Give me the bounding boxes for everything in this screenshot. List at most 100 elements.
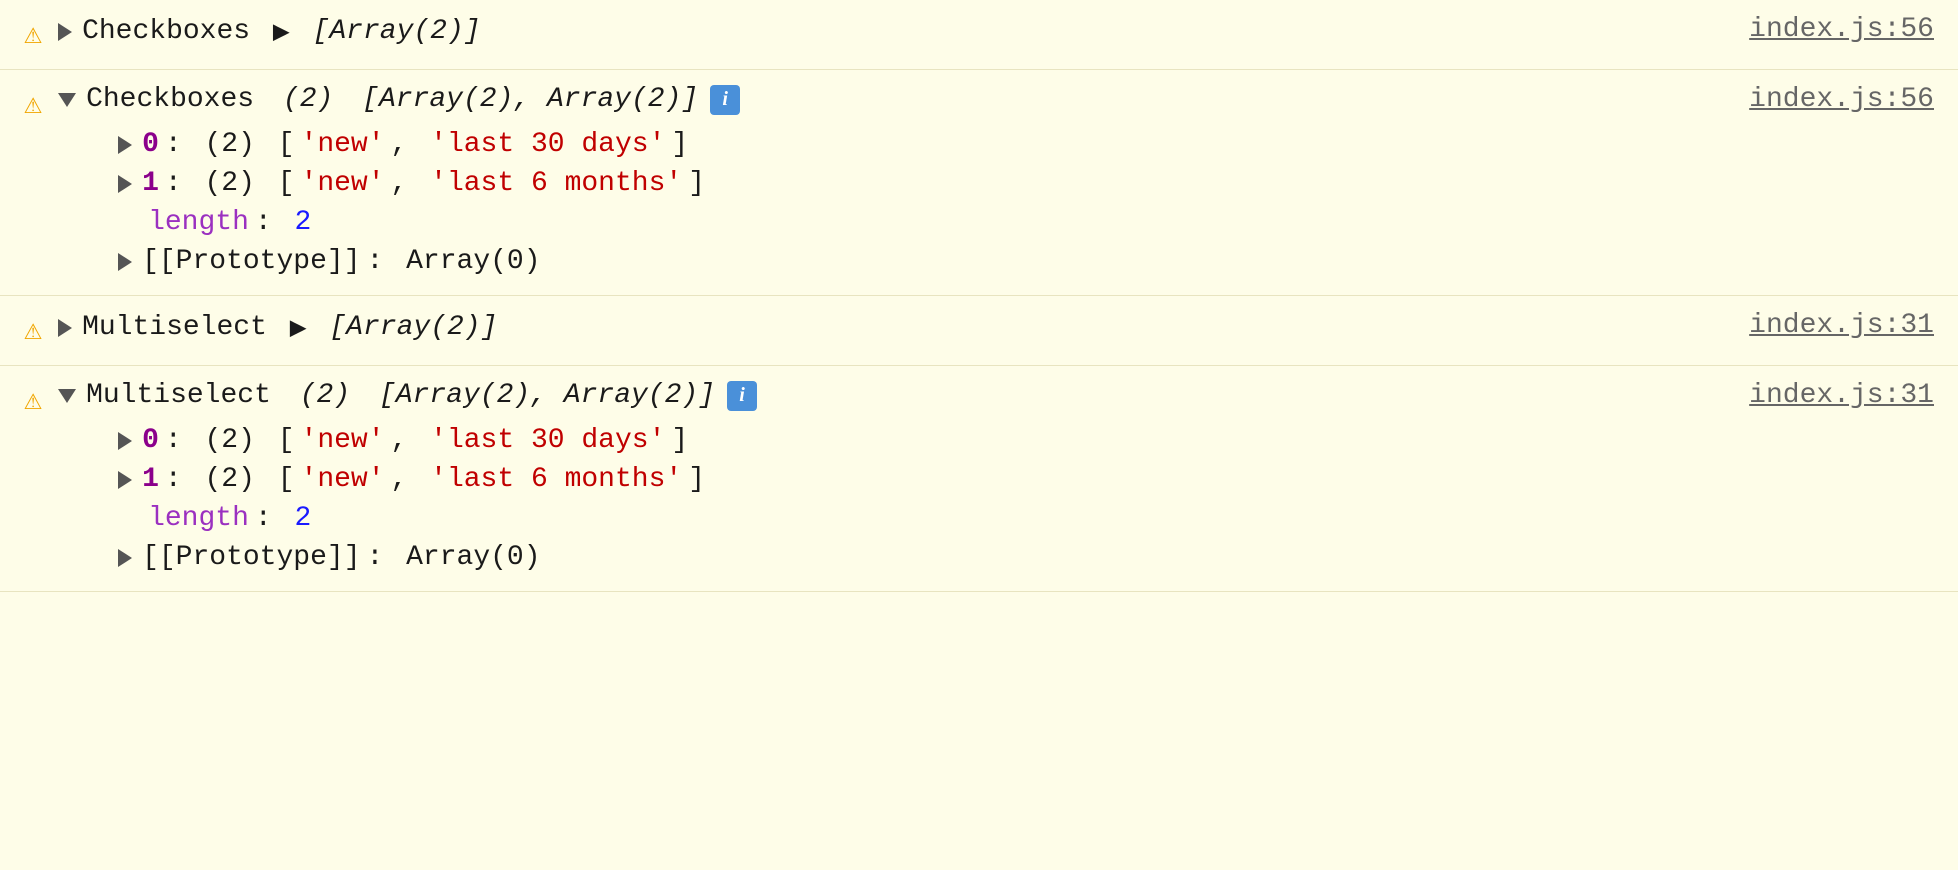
spacer-4 <box>277 380 294 411</box>
item-val1-2-1: 'last 6 months' <box>430 168 682 199</box>
item-bracket-open-2-0: [ <box>261 129 295 160</box>
array-display-1: [Array(2)] <box>313 16 481 47</box>
length-row-4: length : 2 <box>58 503 1709 534</box>
row-content-3: Multiselect ▶ [Array(2)] <box>58 310 1709 345</box>
item-expand-2-0[interactable] <box>118 136 132 154</box>
console-panel: ⚠ Checkboxes ▶ [Array(2)] index.js:56 ⚠ … <box>0 0 1958 592</box>
spacer-4b <box>356 380 373 411</box>
length-colon-4: : <box>255 503 289 534</box>
warning-icon-4: ⚠ <box>24 382 42 419</box>
item-index-2-0: 0 <box>142 129 159 160</box>
expanded-content-2: 0 : (2) [ 'new' , 'last 30 days' ] 1 : <box>58 129 1709 277</box>
array-display-2: [Array(2), Array(2)] <box>362 84 698 115</box>
prototype-label-2: [[Prototype]] <box>142 246 360 277</box>
expand-toggle-3[interactable] <box>58 319 72 337</box>
item-bracket-open-4-1: [ <box>261 464 295 495</box>
console-row-3: ⚠ Multiselect ▶ [Array(2)] index.js:31 <box>0 296 1958 366</box>
item-count-4-0: (2) <box>204 425 254 456</box>
item-bracket-close-4-1: ] <box>688 464 705 495</box>
warning-icon-3: ⚠ <box>24 312 42 349</box>
row-main-line-1: Checkboxes ▶ [Array(2)] <box>58 14 1709 49</box>
item-val1-4-0: 'last 30 days' <box>430 425 665 456</box>
collapse-toggle-2[interactable] <box>58 93 76 107</box>
array-count-4: (2) <box>300 380 350 411</box>
file-link-4[interactable]: index.js:31 <box>1709 380 1934 411</box>
item-count-4-1: (2) <box>204 464 254 495</box>
file-link-1[interactable]: index.js:56 <box>1709 14 1934 45</box>
spacer-2b <box>339 84 356 115</box>
item-comma-2-0: , <box>391 129 425 160</box>
warning-icon-2: ⚠ <box>24 86 42 123</box>
row-main-line-3: Multiselect ▶ [Array(2)] <box>58 310 1709 345</box>
item-val0-4-0: 'new' <box>301 425 385 456</box>
item-count-2-1: (2) <box>204 168 254 199</box>
prototype-colon-4: : <box>367 542 401 573</box>
length-label-2: length <box>148 207 249 238</box>
array-item-4-1: 1 : (2) [ 'new' , 'last 6 months' ] <box>58 464 1709 495</box>
length-value-2: 2 <box>295 207 312 238</box>
item-colon-4-1: : <box>165 464 199 495</box>
item-expand-4-0[interactable] <box>118 432 132 450</box>
console-row-4: ⚠ Multiselect (2) [Array(2), Array(2)] i… <box>0 366 1958 592</box>
array-display-4: [Array(2), Array(2)] <box>379 380 715 411</box>
prototype-value-2: Array(0) <box>406 246 540 277</box>
item-val0-2-1: 'new' <box>301 168 385 199</box>
item-colon-4-0: : <box>165 425 199 456</box>
row-main-line-2: Checkboxes (2) [Array(2), Array(2)] i <box>58 84 1709 115</box>
item-bracket-open-4-0: [ <box>261 425 295 456</box>
collapse-toggle-4[interactable] <box>58 389 76 403</box>
item-index-4-1: 1 <box>142 464 159 495</box>
array-item-2-0: 0 : (2) [ 'new' , 'last 30 days' ] <box>58 129 1709 160</box>
expanded-content-4: 0 : (2) [ 'new' , 'last 30 days' ] 1 : <box>58 425 1709 573</box>
info-badge-2[interactable]: i <box>710 85 740 115</box>
spacer-2 <box>260 84 277 115</box>
length-value-4: 2 <box>295 503 312 534</box>
item-bracket-close-4-0: ] <box>671 425 688 456</box>
item-val1-2-0: 'last 30 days' <box>430 129 665 160</box>
length-row-2: length : 2 <box>58 207 1709 238</box>
row-content-2: Checkboxes (2) [Array(2), Array(2)] i 0 … <box>58 84 1709 277</box>
item-bracket-close-2-1: ] <box>688 168 705 199</box>
item-index-4-0: 0 <box>142 425 159 456</box>
row-content-4: Multiselect (2) [Array(2), Array(2)] i 0… <box>58 380 1709 573</box>
item-val1-4-1: 'last 6 months' <box>430 464 682 495</box>
file-link-2[interactable]: index.js:56 <box>1709 84 1934 115</box>
row-content-1: Checkboxes ▶ [Array(2)] <box>58 14 1709 49</box>
item-comma-2-1: , <box>391 168 425 199</box>
prototype-expand-2[interactable] <box>118 253 132 271</box>
item-val0-4-1: 'new' <box>301 464 385 495</box>
row-label-4: Multiselect <box>86 380 271 411</box>
item-val0-2-0: 'new' <box>301 129 385 160</box>
item-bracket-close-2-0: ] <box>671 129 688 160</box>
item-comma-4-1: , <box>391 464 425 495</box>
length-label-4: length <box>148 503 249 534</box>
row-label-1: Checkboxes <box>82 16 250 47</box>
array-count-2: (2) <box>283 84 333 115</box>
row-label-3: Multiselect <box>82 312 267 343</box>
item-colon-2-1: : <box>165 168 199 199</box>
array-item-2-1: 1 : (2) [ 'new' , 'last 6 months' ] <box>58 168 1709 199</box>
array-display-3: [Array(2)] <box>329 312 497 343</box>
item-index-2-1: 1 <box>142 168 159 199</box>
console-row-2: ⚠ Checkboxes (2) [Array(2), Array(2)] i … <box>0 70 1958 296</box>
expand-toggle-1[interactable] <box>58 23 72 41</box>
prototype-colon-2: : <box>367 246 401 277</box>
row-main-line-4: Multiselect (2) [Array(2), Array(2)] i <box>58 380 1709 411</box>
item-comma-4-0: , <box>391 425 425 456</box>
prototype-label-4: [[Prototype]] <box>142 542 360 573</box>
spacer-3: ▶ <box>273 310 323 345</box>
warning-icon-1: ⚠ <box>24 16 42 53</box>
array-item-4-0: 0 : (2) [ 'new' , 'last 30 days' ] <box>58 425 1709 456</box>
console-row-1: ⚠ Checkboxes ▶ [Array(2)] index.js:56 <box>0 0 1958 70</box>
item-expand-2-1[interactable] <box>118 175 132 193</box>
file-link-3[interactable]: index.js:31 <box>1709 310 1934 341</box>
prototype-row-4: [[Prototype]] : Array(0) <box>58 542 1709 573</box>
row-label-2: Checkboxes <box>86 84 254 115</box>
spacer-1: ▶ <box>256 14 306 49</box>
prototype-expand-4[interactable] <box>118 549 132 567</box>
info-badge-4[interactable]: i <box>727 381 757 411</box>
item-count-2-0: (2) <box>204 129 254 160</box>
prototype-row-2: [[Prototype]] : Array(0) <box>58 246 1709 277</box>
item-expand-4-1[interactable] <box>118 471 132 489</box>
prototype-value-4: Array(0) <box>406 542 540 573</box>
